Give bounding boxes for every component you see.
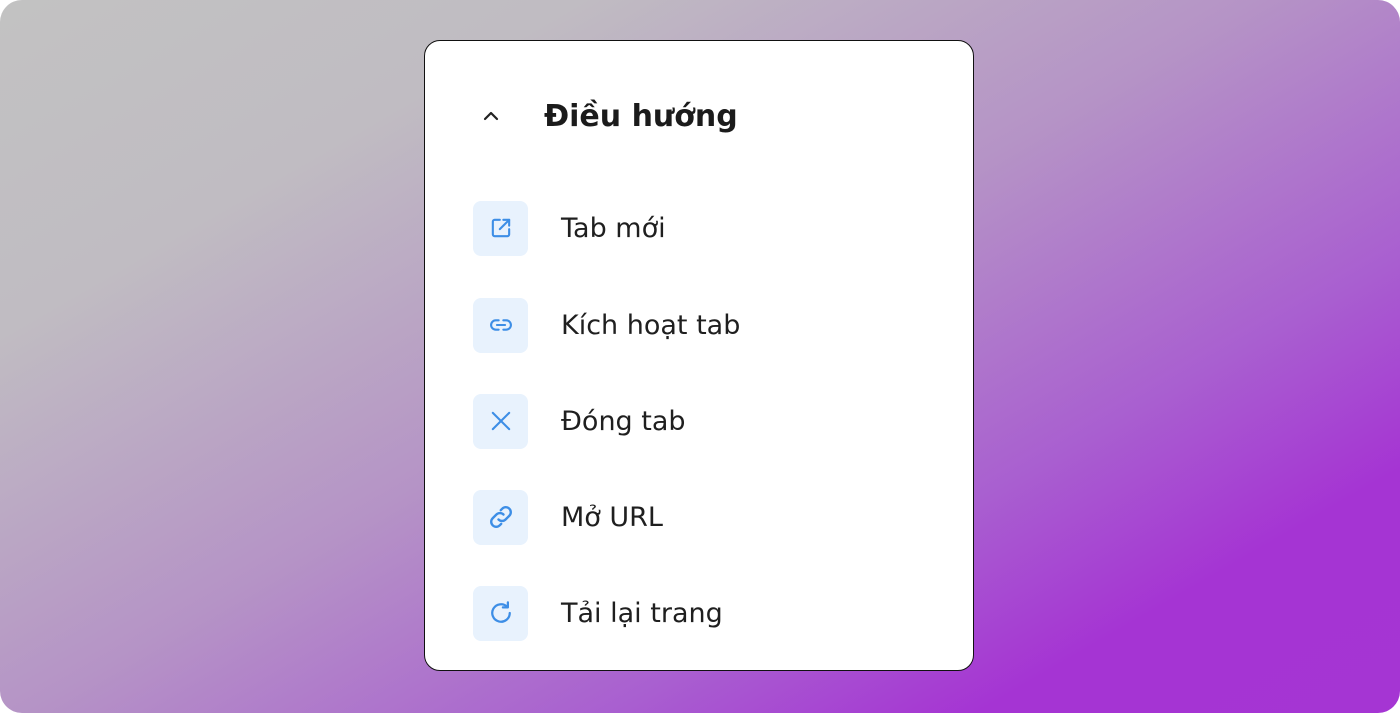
close-icon bbox=[473, 393, 528, 449]
menu-item-label: Tab mới bbox=[561, 212, 666, 244]
background: Điều hướng Tab mới Kích hoạt tab Đóng ta… bbox=[0, 0, 1400, 713]
menu-item-close-tab[interactable]: Đóng tab bbox=[473, 393, 686, 449]
menu-item-label: Đóng tab bbox=[561, 405, 686, 437]
link-icon bbox=[473, 297, 528, 353]
menu-item-activate-tab[interactable]: Kích hoạt tab bbox=[473, 297, 740, 353]
menu-item-reload-page[interactable]: Tải lại trang bbox=[473, 585, 723, 641]
menu-item-new-tab[interactable]: Tab mới bbox=[473, 200, 666, 256]
menu-item-label: Tải lại trang bbox=[561, 597, 723, 629]
menu-item-label: Kích hoạt tab bbox=[561, 309, 741, 341]
section-header[interactable]: Điều hướng bbox=[477, 91, 738, 141]
external-link-icon bbox=[473, 200, 528, 256]
refresh-icon bbox=[473, 585, 528, 641]
navigation-panel: Điều hướng Tab mới Kích hoạt tab Đóng ta… bbox=[424, 40, 974, 671]
menu-item-open-url[interactable]: Mở URL bbox=[473, 489, 663, 545]
chain-link-icon bbox=[473, 489, 528, 545]
chevron-up-icon[interactable] bbox=[477, 102, 505, 130]
menu-item-label: Mở URL bbox=[561, 501, 663, 533]
section-title: Điều hướng bbox=[544, 98, 738, 134]
